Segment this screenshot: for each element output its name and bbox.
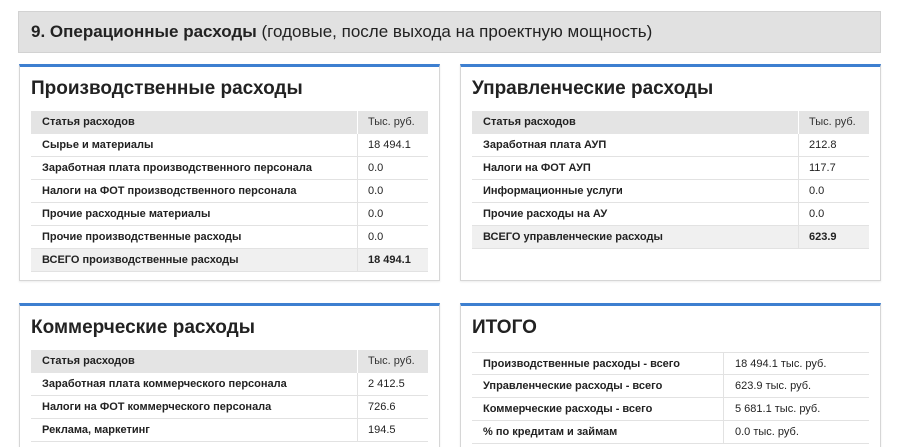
table-row: Управленческие расходы - всего 623.9 тыс… [472,375,869,398]
table-row: Коммерческие расходы - всего 5 681.1 тыс… [472,398,869,421]
row-value: 18 494.1 тыс. руб. [735,358,827,370]
column-header-value: Тыс. руб. [368,116,415,128]
management-expenses-card: Управленческие расходы Статья расходов Т… [460,64,881,281]
row-value: 0.0 [368,231,384,243]
row-value: 0.0 [809,208,825,220]
production-table: Статья расходов Тыс. руб. Сырье и матери… [31,111,428,272]
table-row: Сырье и материалы 18 494.1 [31,134,428,157]
table-total-row: ВСЕГО управленческие расходы 623.9 [472,226,869,249]
total-value: 18 494.1 [368,254,411,266]
card-title: Коммерческие расходы [31,317,255,338]
card-title: ИТОГО [472,317,537,338]
column-header-item: Статья расходов [31,350,358,373]
row-value: 117.7 [809,162,836,174]
table-row: Информационные услуги 0.0 [472,180,869,203]
row-label: Сырье и материалы [31,134,358,156]
row-label: Налоги на ФОТ производственного персонал… [31,180,358,202]
row-value: 194.5 [368,424,396,436]
column-header-value: Тыс. руб. [368,355,415,367]
column-header-value: Тыс. руб. [809,116,856,128]
card-title: Управленческие расходы [472,78,714,99]
row-value: 5 681.1 тыс. руб. [735,403,821,415]
row-label: Коммерческие расходы - всего [472,398,724,420]
row-label: Заработная плата АУП [472,134,799,156]
row-label: Прочие производственные расходы [31,226,358,248]
commercial-table: Статья расходов Тыс. руб. Заработная пла… [31,350,428,442]
row-value: 0.0 [809,185,825,197]
table-header-row: Статья расходов Тыс. руб. [31,111,428,134]
table-row: Налоги на ФОТ АУП 117.7 [472,157,869,180]
row-value: 726.6 [368,401,396,413]
row-label: Налоги на ФОТ коммерческого персонала [31,396,358,418]
row-label: % по кредитам и займам [472,421,724,443]
card-title: Производственные расходы [31,78,303,99]
management-table: Статья расходов Тыс. руб. Заработная пла… [472,111,869,249]
row-value: 0.0 [368,162,384,174]
row-label: Управленческие расходы - всего [472,375,724,397]
table-row: Прочие расходы на АУ 0.0 [472,203,869,226]
total-label: ВСЕГО управленческие расходы [472,226,799,248]
column-header-item: Статья расходов [31,111,358,134]
table-row: Заработная плата производственного персо… [31,157,428,180]
row-label: Заработная плата коммерческого персонала [31,373,358,395]
row-value: 212.8 [809,139,837,151]
section-subtitle: (годовые, после выхода на проектную мощн… [261,22,653,41]
row-value: 0.0 [368,185,384,197]
table-row: Прочие расходные материалы 0.0 [31,203,428,226]
total-table: Производственные расходы - всего 18 494.… [472,352,869,444]
row-value: 18 494.1 [368,139,411,151]
row-value: 0.0 тыс. руб. [735,426,799,438]
row-label: Прочие расходные материалы [31,203,358,225]
row-label: Прочие расходы на АУ [472,203,799,225]
row-value: 0.0 [368,208,384,220]
row-label: Реклама, маркетинг [31,419,358,441]
row-label: Производственные расходы - всего [472,353,724,374]
production-expenses-card: Производственные расходы Статья расходов… [19,64,440,281]
table-header-row: Статья расходов Тыс. руб. [472,111,869,134]
table-total-row: ВСЕГО производственные расходы 18 494.1 [31,249,428,272]
row-value: 623.9 тыс. руб. [735,380,812,392]
section-title: 9. Операционные расходы [31,22,257,41]
table-header-row: Статья расходов Тыс. руб. [31,350,428,373]
total-expenses-card: ИТОГО Производственные расходы - всего 1… [460,303,881,447]
table-row: Заработная плата АУП 212.8 [472,134,869,157]
column-header-item: Статья расходов [472,111,799,134]
total-value: 623.9 [809,231,837,243]
commercial-expenses-card: Коммерческие расходы Статья расходов Тыс… [19,303,440,447]
table-row: Прочие производственные расходы 0.0 [31,226,428,249]
table-row: Заработная плата коммерческого персонала… [31,373,428,396]
table-row: Налоги на ФОТ производственного персонал… [31,180,428,203]
row-label: Заработная плата производственного персо… [31,157,358,179]
row-value: 2 412.5 [368,378,405,390]
row-label: Налоги на ФОТ АУП [472,157,799,179]
table-row: Налоги на ФОТ коммерческого персонала 72… [31,396,428,419]
total-label: ВСЕГО производственные расходы [31,249,358,271]
table-row: % по кредитам и займам 0.0 тыс. руб. [472,421,869,444]
row-label: Информационные услуги [472,180,799,202]
table-row: Производственные расходы - всего 18 494.… [472,352,869,375]
section-header: 9. Операционные расходы (годовые, после … [18,11,881,53]
table-row: Реклама, маркетинг 194.5 [31,419,428,442]
